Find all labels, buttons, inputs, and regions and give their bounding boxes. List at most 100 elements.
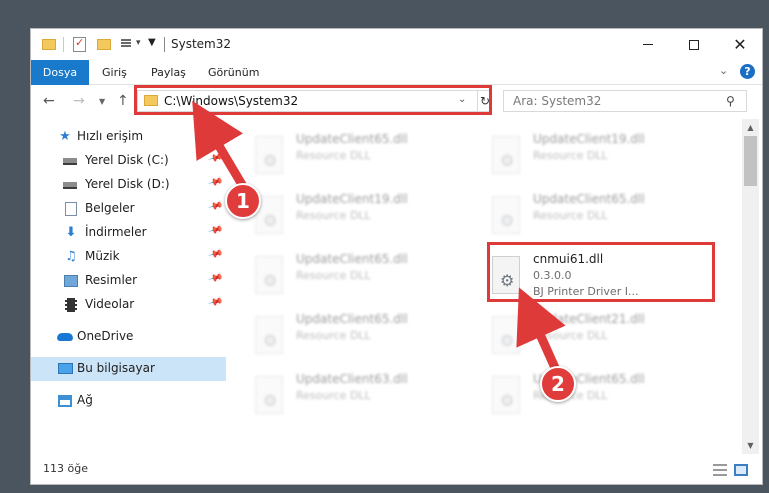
vertical-scrollbar[interactable]: ▲ ▼: [742, 119, 759, 454]
folder-icon: [42, 39, 56, 50]
file-tile[interactable]: ⚙ UpdateClient65.dll Resource DLL: [488, 367, 708, 423]
pin-icon[interactable]: 📌: [207, 151, 223, 167]
status-bar: 113 öğe: [31, 454, 762, 484]
close-icon: ✕: [733, 34, 747, 54]
nav-item-network[interactable]: Ağ: [31, 389, 226, 413]
nav-item-documents[interactable]: Belgeler 📌: [31, 197, 226, 221]
file-description: Resource DLL: [296, 149, 371, 162]
expand-ribbon-icon[interactable]: ⌄: [719, 64, 728, 77]
dll-file-icon: ⚙: [492, 316, 526, 356]
scroll-up-icon[interactable]: ▲: [742, 119, 759, 136]
dll-file-icon: ⚙: [492, 376, 526, 416]
scroll-down-icon[interactable]: ▼: [742, 437, 759, 454]
file-tile[interactable]: ⚙ UpdateClient65.dll Resource DLL: [251, 247, 471, 303]
file-description: Resource DLL: [533, 209, 608, 222]
back-arrow-icon[interactable]: ←: [43, 93, 55, 109]
nav-item-label: Ağ: [77, 393, 93, 407]
view-dropdown-icon[interactable]: ▾: [136, 38, 141, 48]
nav-item-downloads[interactable]: ⬇ İndirmeler 📌: [31, 221, 226, 245]
nav-item-label: Belgeler: [85, 201, 135, 215]
tiles-view-icon[interactable]: [734, 464, 748, 476]
file-name: UpdateClient65.dll: [296, 252, 408, 266]
file-name: UpdateClient65.dll: [533, 192, 645, 206]
nav-item-this-pc[interactable]: Bu bilgisayar: [31, 357, 226, 381]
pin-icon[interactable]: 📌: [207, 271, 223, 287]
new-folder-icon[interactable]: [97, 39, 111, 50]
nav-item-pictures[interactable]: Resimler 📌: [31, 269, 226, 293]
file-name: UpdateClient21.dll: [533, 312, 645, 326]
details-view-icon[interactable]: [713, 464, 727, 476]
view-icon[interactable]: [116, 38, 132, 50]
file-description: Resource DLL: [533, 329, 608, 342]
properties-icon[interactable]: [73, 36, 86, 52]
nav-item-onedrive[interactable]: OneDrive: [31, 325, 226, 349]
title-bar: ▾ ▼ System32 ✕: [31, 29, 762, 60]
documents-icon: [63, 201, 79, 217]
pin-icon[interactable]: 📌: [207, 223, 223, 239]
tab-file[interactable]: Dosya: [31, 60, 89, 85]
pin-icon[interactable]: 📌: [207, 199, 223, 215]
file-description: Resource DLL: [296, 209, 371, 222]
nav-item-label: Yerel Disk (D:): [85, 177, 170, 191]
videos-icon: [63, 297, 79, 313]
nav-item-videos[interactable]: Videolar 📌: [31, 293, 226, 317]
minimize-icon: [643, 44, 653, 45]
pin-icon[interactable]: 📌: [207, 295, 223, 311]
pin-icon[interactable]: 📌: [207, 247, 223, 263]
up-arrow-icon[interactable]: ↑: [117, 93, 129, 109]
star-icon: ★: [59, 129, 71, 144]
file-name: UpdateClient19.dll: [296, 192, 408, 206]
nav-item-label: OneDrive: [77, 329, 134, 343]
search-input[interactable]: Ara: System32 ⚲: [503, 90, 747, 112]
window-title: System32: [171, 37, 232, 51]
file-tile[interactable]: ⚙ UpdateClient19.dll Resource DLL: [251, 187, 471, 243]
network-icon: [57, 393, 73, 409]
file-tile[interactable]: ⚙ UpdateClient65.dll Resource DLL: [251, 307, 471, 363]
download-icon: ⬇: [65, 225, 77, 240]
nav-item-label: Yerel Disk (C:): [85, 153, 169, 167]
dll-file-icon: ⚙: [255, 376, 289, 416]
file-description: Resource DLL: [533, 149, 608, 162]
nav-item-label: Hızlı erişim: [77, 129, 144, 143]
file-description: Resource DLL: [296, 269, 371, 282]
file-name: UpdateClient65.dll: [296, 312, 408, 326]
file-tile[interactable]: ⚙ UpdateClient63.dll Resource DLL: [251, 367, 471, 423]
recent-locations-icon[interactable]: ▼: [99, 97, 105, 106]
close-button[interactable]: ✕: [717, 29, 762, 60]
onedrive-icon: [57, 329, 73, 345]
tab-share[interactable]: Paylaş: [151, 60, 186, 85]
step-1-badge: 1: [225, 183, 261, 219]
tab-view[interactable]: Görünüm: [208, 60, 259, 85]
nav-item-local-disk-c[interactable]: Yerel Disk (C:) 📌: [31, 149, 226, 173]
dll-file-icon: ⚙: [492, 196, 526, 236]
minimize-button[interactable]: [625, 29, 671, 60]
nav-item-label: Bu bilgisayar: [77, 361, 155, 375]
nav-item-quick-access[interactable]: ★ Hızlı erişim: [31, 125, 226, 149]
scroll-thumb[interactable]: [744, 136, 757, 186]
maximize-button[interactable]: [671, 29, 717, 60]
file-tile[interactable]: ⚙ UpdateClient65.dll Resource DLL: [251, 127, 471, 183]
customize-quick-access-icon[interactable]: ▼: [148, 37, 156, 48]
dll-file-icon: ⚙: [492, 136, 526, 176]
file-tile[interactable]: ⚙ UpdateClient21.dll Resource DLL: [488, 307, 708, 363]
file-name: UpdateClient65.dll: [296, 132, 408, 146]
file-tile[interactable]: ⚙ UpdateClient65.dll Resource DLL: [488, 187, 708, 243]
file-description: Resource DLL: [296, 329, 371, 342]
nav-item-label: İndirmeler: [85, 225, 147, 239]
help-icon[interactable]: ?: [740, 64, 755, 79]
nav-item-label: Videolar: [85, 297, 135, 311]
forward-arrow-icon[interactable]: →: [73, 93, 85, 109]
drive-icon: [63, 153, 79, 169]
nav-item-label: Resimler: [85, 273, 138, 287]
tab-home[interactable]: Giriş: [102, 60, 127, 85]
drive-icon: [63, 177, 79, 193]
nav-item-music[interactable]: ♫ Müzik 📌: [31, 245, 226, 269]
search-icon[interactable]: ⚲: [726, 94, 735, 108]
this-pc-icon: [57, 361, 73, 377]
maximize-icon: [689, 39, 699, 50]
pin-icon[interactable]: 📌: [207, 175, 223, 191]
music-icon: ♫: [65, 249, 77, 264]
dll-file-icon: ⚙: [255, 256, 289, 296]
nav-item-local-disk-d[interactable]: Yerel Disk (D:) 📌: [31, 173, 226, 197]
file-tile[interactable]: ⚙ UpdateClient19.dll Resource DLL: [488, 127, 708, 183]
